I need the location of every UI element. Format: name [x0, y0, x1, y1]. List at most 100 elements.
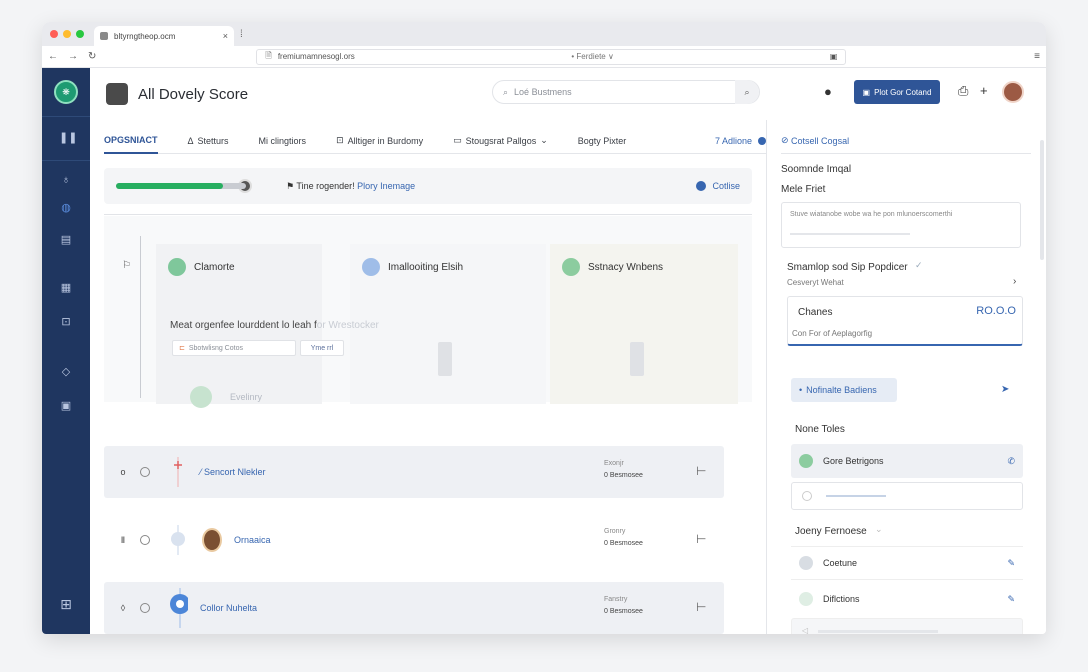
row-radio[interactable] [140, 467, 150, 477]
panel-list-item[interactable]: Gore Betrigons ✆ [791, 444, 1023, 478]
tab-2[interactable]: Mi clingtiors [259, 128, 307, 154]
timeline-line [140, 236, 141, 398]
row-control-icon[interactable]: ◊ [118, 603, 128, 613]
progress-link[interactable]: Plory Inemage [357, 181, 415, 191]
tab-label: Mi clingtiors [258, 135, 307, 146]
globe-icon[interactable]: ◍ [59, 202, 73, 214]
tab-bar: OPGSNIACT Δ Stetturs Mi clingtiors ⊡ Allti… [104, 128, 766, 154]
row-control-icon[interactable]: o [118, 467, 128, 477]
check-icon: ✓ [915, 260, 923, 270]
app-logo-icon[interactable]: ❋ [54, 80, 78, 104]
add-icon[interactable]: + [980, 83, 988, 98]
leaf-icon [562, 258, 580, 276]
bell-icon[interactable]: ♁ [59, 174, 73, 186]
reload-icon[interactable]: ↻ [88, 51, 96, 62]
row-name[interactable]: Collor Nuhelta [200, 603, 257, 613]
tab-3[interactable]: ⊡ Alltiger in Burdomy [336, 128, 423, 154]
item-label: Diflctions [823, 594, 860, 604]
flag-icon[interactable]: ⚐ [122, 260, 131, 271]
send-icon[interactable]: ➤ [1001, 384, 1009, 395]
new-tab-icon[interactable]: ⁞ [240, 29, 243, 40]
tab-1[interactable]: Δ Stetturs [188, 128, 229, 154]
stage-input[interactable]: ⊏ Sbotwlisng Cotos [172, 340, 296, 356]
stat-card[interactable]: Chanes RO.O.O Con For of Aeplagorfig [787, 296, 1023, 346]
close-window-button[interactable] [50, 30, 58, 38]
browser-menu-icon[interactable]: ≡ [1034, 51, 1040, 62]
expand-icon[interactable]: ⊢ [696, 464, 706, 478]
avatar[interactable] [202, 528, 222, 552]
minimize-window-button[interactable] [63, 30, 71, 38]
apps-grid-icon[interactable]: ⊞ [59, 597, 73, 611]
progress-text: Tine rogender! [296, 180, 355, 191]
expand-icon[interactable]: ⊢ [696, 600, 706, 614]
account-avatar[interactable] [1002, 81, 1024, 103]
panel-list-item[interactable]: Diflctions ✎ [791, 582, 1023, 616]
list-item[interactable]: Ⅱ Ornaaica Gronry 0 Besmosee ⊢ [104, 514, 724, 566]
row-name[interactable]: ⁄ Sencort Nlekler [200, 467, 266, 477]
expand-icon[interactable]: ⊢ [696, 532, 706, 546]
profile-icon[interactable]: ● [824, 84, 832, 99]
edit-icon[interactable]: ✎ [1007, 594, 1015, 605]
tag-icon: ⊏ [179, 345, 185, 352]
list-item[interactable]: o ⁄ Sencort Nlekler Exonjr 0 Besmosee ⊢ [104, 446, 724, 498]
placeholder-block [630, 342, 644, 376]
close-tab-icon[interactable]: × [223, 31, 228, 41]
list-item[interactable]: ◊ Collor Nuhelta Fanstry 0 Besmosee ⊢ [104, 582, 724, 634]
tab-label: Bogty Pixter [577, 135, 627, 146]
scrollbar[interactable] [1040, 140, 1044, 260]
stage-input-button[interactable]: Yme rrl [300, 340, 344, 356]
back-icon[interactable]: ← [48, 51, 58, 62]
pause-icon[interactable]: ❚❚ [59, 132, 77, 144]
url-field[interactable]: 🗎 fremiumamnesogl.ors • Ferdiete ∨ ▣ [256, 48, 847, 65]
primary-action-button[interactable]: ▣ Plot Gor Cotand [854, 80, 940, 104]
stage-column-2[interactable]: Imallooiting Elsih [350, 244, 546, 404]
panel-top-link[interactable]: ⊘ Cotsell Cogsal [781, 128, 1031, 154]
progress-action-button[interactable]: Cotlise [696, 181, 740, 191]
search-button[interactable]: ⌕ [735, 80, 759, 104]
tab-0[interactable]: OPGSNIACT [104, 128, 158, 154]
filter-chip[interactable]: • Nofinalte Badiens [791, 378, 897, 402]
document-icon[interactable]: ▣ [59, 400, 73, 412]
chevron-down-icon[interactable]: ⌄ [875, 524, 883, 535]
chevron-right-icon[interactable]: › [1013, 276, 1016, 287]
search-input[interactable]: ⌕ Loé Bustmens ⌕ [492, 80, 760, 104]
url-text: fremiumamnesogl.ors [277, 52, 355, 61]
lock-icon[interactable]: ⊡ [59, 316, 73, 328]
stage-input-text: Sbotwlisng Cotos [188, 344, 243, 352]
lock-icon: 🗎 [265, 50, 272, 60]
notes-field[interactable]: Stuve wiatanobe wobe wa he pon mlunoersc… [781, 202, 1021, 248]
row-meta-label: Gronry [604, 528, 626, 535]
phone-icon[interactable]: ✆ [1007, 456, 1015, 467]
dot-icon: • [799, 385, 803, 395]
panel-list-item[interactable]: Coetune ✎ [791, 546, 1023, 580]
page-title: All Dovely Score [138, 85, 249, 103]
leaf-icon [168, 258, 186, 276]
add-tab-button[interactable]: 7 Adlione [715, 136, 766, 146]
panel-input[interactable] [791, 482, 1023, 510]
browser-tab[interactable]: bltyrngtheop.ocm × [94, 26, 234, 46]
row-radio[interactable] [140, 535, 150, 545]
tab-5[interactable]: Bogty Pixter [578, 128, 627, 154]
row-meta-value: 0 Besmosee [604, 472, 643, 479]
maximize-window-button[interactable] [76, 30, 84, 38]
description-text: Meat orgenfee lourddent lo leah f [170, 320, 317, 331]
pin-icon[interactable]: ✎ [1007, 558, 1015, 569]
forward-icon[interactable]: → [68, 51, 78, 62]
primary-action-label: Plot Gor Cotand [874, 87, 932, 97]
row-meta-label: Fanstry [604, 596, 628, 603]
calendar-icon[interactable]: ▦ [59, 282, 73, 294]
item-label: Gore Betrigons [823, 456, 884, 466]
print-icon[interactable]: ⎙ [958, 83, 968, 99]
url-dropdown[interactable]: • Ferdiete ∨ [571, 52, 613, 61]
tag-icon[interactable]: ◇ [59, 366, 73, 378]
user-avatar[interactable] [106, 83, 128, 105]
layers-icon[interactable]: ▤ [59, 234, 73, 246]
row-control-icon[interactable]: Ⅱ [118, 535, 128, 546]
panel-input[interactable]: ◁ [791, 618, 1023, 634]
stage-column-3[interactable]: Sstnacy Wnbens [550, 244, 738, 404]
workflow-stage: ⚐ Clamorte Imallooiting Elsih Sstnacy Wn… [104, 216, 752, 408]
tab-4[interactable]: ▭ Stougsrat Pallgos ⌄ [453, 128, 548, 154]
row-radio[interactable] [140, 603, 150, 613]
row-name[interactable]: Ornaaica [234, 535, 271, 545]
bookmark-icon[interactable]: ▣ [830, 52, 838, 61]
